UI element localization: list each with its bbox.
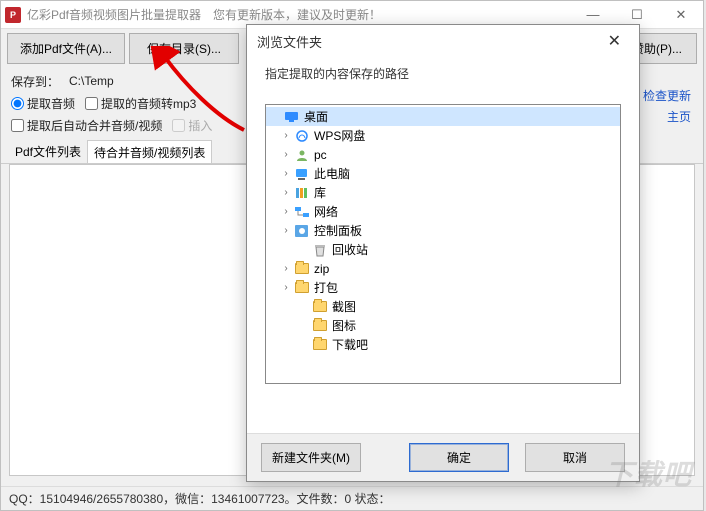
cancel-button[interactable]: 取消: [525, 443, 625, 472]
tree-node[interactable]: 回收站: [266, 240, 620, 259]
save-to-label: 保存到：: [11, 73, 59, 90]
expander-icon[interactable]: ›: [280, 187, 292, 198]
tree-node[interactable]: › pc: [266, 145, 620, 164]
extract-audio-label: 提取音频: [27, 95, 75, 112]
add-pdf-button[interactable]: 添加Pdf文件(A)...: [7, 33, 125, 64]
insert-checkbox[interactable]: 插入: [172, 117, 212, 134]
side-links: 检查更新 主页: [643, 87, 691, 129]
auto-merge-checkbox[interactable]: 提取后自动合并音频/视频: [11, 117, 162, 134]
expander-icon[interactable]: ›: [280, 282, 292, 293]
expander-icon[interactable]: ›: [280, 130, 292, 141]
cpl-icon: [294, 224, 310, 238]
save-to-path: C:\Temp: [69, 74, 114, 88]
tree-node[interactable]: 桌面: [266, 107, 620, 126]
expander-icon[interactable]: ›: [280, 168, 292, 179]
folder-icon: [312, 300, 328, 314]
insert-label: 插入: [188, 117, 212, 134]
bin-icon: [312, 243, 328, 257]
tree-node-label: 此电脑: [314, 165, 350, 182]
expander-icon[interactable]: ›: [280, 263, 292, 274]
app-title: 亿彩Pdf音频视频图片批量提取器: [27, 6, 201, 23]
dialog-buttons: 新建文件夹(M) 确定 取消: [247, 433, 639, 481]
folder-icon: [294, 262, 310, 276]
tree-node[interactable]: › 控制面板: [266, 221, 620, 240]
statusbar: QQ：15104946/2655780380，微信：13461007723。文件…: [1, 486, 703, 510]
new-folder-button[interactable]: 新建文件夹(M): [261, 443, 361, 472]
tree-node-label: zip: [314, 262, 329, 276]
expander-icon[interactable]: ›: [280, 149, 292, 160]
tree-node[interactable]: › 网络: [266, 202, 620, 221]
lib-icon: [294, 186, 310, 200]
audio-to-mp3-checkbox[interactable]: 提取的音频转mp3: [85, 95, 196, 112]
tree-node[interactable]: 截图: [266, 297, 620, 316]
tree-node-label: 库: [314, 184, 326, 201]
tree-node-label: 打包: [314, 279, 338, 296]
net-icon: [294, 205, 310, 219]
app-icon: P: [5, 7, 21, 23]
tree-node-label: 回收站: [332, 241, 368, 258]
homepage-link[interactable]: 主页: [643, 108, 691, 125]
save-dir-button[interactable]: 保存目录(S)...: [129, 33, 239, 64]
ok-button[interactable]: 确定: [409, 443, 509, 472]
tree-node-label: 控制面板: [314, 222, 362, 239]
folder-tree[interactable]: 桌面›WPS网盘›pc›此电脑›库›网络›控制面板回收站›zip›打包截图图标下…: [265, 104, 621, 384]
dialog-instruction: 指定提取的内容保存的路径: [247, 57, 639, 94]
merge-list-tab[interactable]: 待合并音频/视频列表: [87, 140, 212, 163]
tree-node-label: WPS网盘: [314, 127, 365, 144]
browse-folder-dialog: 浏览文件夹 ✕ 指定提取的内容保存的路径 桌面›WPS网盘›pc›此电脑›库›网…: [246, 24, 640, 482]
folder-icon: [312, 338, 328, 352]
wps-icon: [294, 129, 310, 143]
folder-icon: [294, 281, 310, 295]
user-icon: [294, 148, 310, 162]
desktop-icon: [284, 110, 300, 124]
check-update-link[interactable]: 检查更新: [643, 87, 691, 104]
extract-audio-radio[interactable]: 提取音频: [11, 95, 75, 112]
dialog-title: 浏览文件夹: [257, 32, 322, 51]
pdf-list-label: Pdf文件列表: [9, 140, 87, 163]
tree-node[interactable]: 下载吧: [266, 335, 620, 354]
dialog-close-button[interactable]: ✕: [600, 27, 629, 55]
tree-node[interactable]: 图标: [266, 316, 620, 335]
pc-icon: [294, 167, 310, 181]
tree-node-label: 网络: [314, 203, 338, 220]
tree-node[interactable]: › 此电脑: [266, 164, 620, 183]
update-notice: 您有更新版本，建议及时更新！: [213, 6, 381, 23]
tree-node[interactable]: › zip: [266, 259, 620, 278]
expander-icon[interactable]: ›: [280, 225, 292, 236]
tree-node-label: 桌面: [304, 108, 328, 125]
tree-node-label: 截图: [332, 298, 356, 315]
tree-node[interactable]: › 打包: [266, 278, 620, 297]
tree-node-label: 下载吧: [332, 336, 368, 353]
dialog-titlebar: 浏览文件夹 ✕: [247, 25, 639, 57]
tree-node-label: 图标: [332, 317, 356, 334]
expander-icon[interactable]: ›: [280, 206, 292, 217]
close-button[interactable]: ✕: [659, 1, 703, 29]
tree-node[interactable]: ›库: [266, 183, 620, 202]
tree-node-label: pc: [314, 148, 327, 162]
auto-merge-label: 提取后自动合并音频/视频: [27, 117, 162, 134]
audio-to-mp3-label: 提取的音频转mp3: [101, 95, 196, 112]
folder-icon: [312, 319, 328, 333]
tree-node[interactable]: › WPS网盘: [266, 126, 620, 145]
status-text: QQ：15104946/2655780380，微信：13461007723。文件…: [9, 490, 391, 507]
